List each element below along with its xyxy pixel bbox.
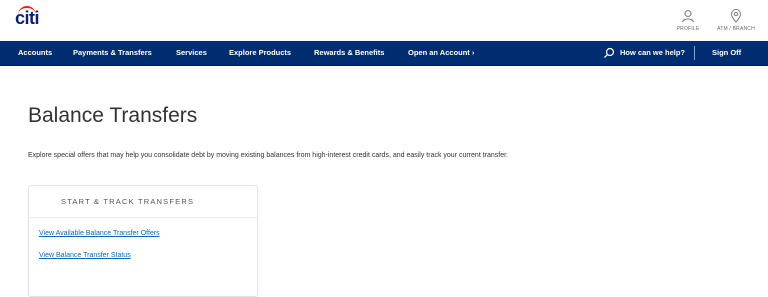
nav-item-open-account[interactable]: Open an Account › (408, 41, 474, 65)
nav-divider (694, 46, 695, 60)
nav-item-services[interactable]: Services (176, 41, 207, 65)
location-pin-icon (730, 9, 742, 23)
view-status-link[interactable]: View Balance Transfer Status (39, 252, 131, 259)
view-offers-link[interactable]: View Available Balance Transfer Offers (39, 230, 160, 237)
nav-item-explore-products[interactable]: Explore Products (229, 41, 291, 65)
person-icon (682, 10, 694, 23)
main-nav: Accounts Payments & Transfers Services E… (0, 41, 768, 66)
atm-branch-label: ATM / BRANCH (717, 26, 755, 32)
citi-logo[interactable]: citi (15, 8, 40, 29)
profile-link[interactable]: PROFILE (675, 9, 701, 32)
card-header: START & TRACK TRANSFERS (29, 186, 257, 218)
profile-label: PROFILE (676, 26, 700, 32)
top-header: citi PROFILE ATM / BRANCH (0, 0, 768, 41)
sign-off-button[interactable]: Sign Off (712, 41, 741, 65)
card-title: START & TRACK TRANSFERS (61, 197, 195, 206)
search-icon[interactable] (603, 47, 615, 59)
search-help-link[interactable]: How can we help? (620, 41, 685, 65)
page-title: Balance Transfers (28, 104, 198, 127)
atm-branch-link[interactable]: ATM / BRANCH (712, 9, 760, 32)
nav-item-rewards-benefits[interactable]: Rewards & Benefits (314, 41, 384, 65)
nav-item-accounts[interactable]: Accounts (18, 41, 52, 65)
intro-text: Explore special offers that may help you… (28, 152, 508, 159)
nav-item-payments-transfers[interactable]: Payments & Transfers (73, 41, 152, 65)
transfers-card: START & TRACK TRANSFERS View Available B… (28, 185, 258, 297)
